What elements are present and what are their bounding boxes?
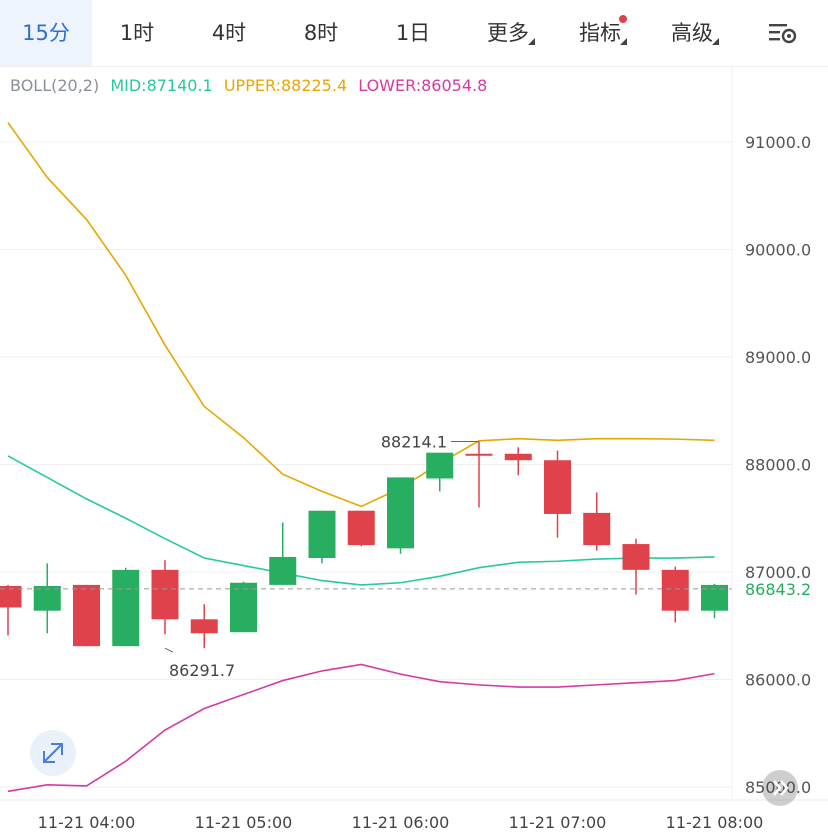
candle-body [465, 453, 493, 456]
candle-body [112, 569, 140, 647]
tab-label: 更多 [487, 21, 529, 45]
candle-body [73, 584, 100, 647]
tab-label: 15分 [22, 21, 70, 45]
candle-body [347, 510, 375, 546]
timeframe-toolbar: 15分 1时 4时 8时 1日 更多 指标 高级 [0, 0, 828, 67]
candle-body [308, 510, 336, 559]
current-price-label: 86843.2 [745, 580, 811, 599]
annotation-pointer [164, 647, 174, 653]
tab-1h[interactable]: 1时 [100, 0, 174, 66]
dropdown-triangle-icon [528, 38, 535, 45]
tab-advanced[interactable]: 高级 [652, 0, 732, 66]
y-tick-label: 91000.0 [745, 133, 811, 152]
scroll-to-latest-button[interactable] [762, 770, 798, 806]
candle-body [622, 544, 650, 570]
x-tick-label: 11-21 07:00 [509, 813, 607, 832]
candle-body [544, 460, 571, 514]
tab-label: 8时 [303, 21, 339, 45]
expand-icon [43, 743, 63, 763]
expand-chart-button[interactable] [30, 730, 76, 776]
candle-body [269, 556, 297, 585]
tab-indicators[interactable]: 指标 [560, 0, 640, 66]
candle-body [661, 569, 689, 611]
chevron-right-icon [773, 780, 789, 796]
y-tick-label: 88000.0 [745, 456, 811, 475]
notification-dot-icon [619, 15, 627, 23]
y-tick-label: 86000.0 [745, 671, 811, 690]
dropdown-triangle-icon [712, 38, 719, 45]
tab-more[interactable]: 更多 [468, 0, 548, 66]
boll-lower-line [7, 663, 715, 793]
dropdown-triangle-icon [620, 38, 627, 45]
tab-8h[interactable]: 8时 [284, 0, 358, 66]
tab-4h[interactable]: 4时 [192, 0, 266, 66]
chart-settings-icon[interactable] [768, 20, 798, 46]
tab-1d[interactable]: 1日 [376, 0, 450, 66]
candle-body [504, 453, 532, 461]
tab-label: 指标 [579, 21, 621, 45]
candle-body [230, 582, 257, 633]
x-tick-label: 11-21 04:00 [38, 813, 136, 832]
low-price-annotation: 86291.7 [169, 661, 235, 680]
y-tick-label: 90000.0 [745, 241, 811, 260]
candle-body [387, 477, 414, 549]
x-tick-label: 11-21 05:00 [195, 813, 293, 832]
high-price-annotation: 88214.1 [381, 432, 447, 451]
x-tick-label: 11-21 08:00 [666, 813, 764, 832]
tab-label: 1时 [119, 21, 155, 45]
x-tick-label: 11-21 06:00 [352, 813, 450, 832]
candle-body [426, 452, 454, 479]
boll-upper-line [7, 122, 715, 508]
candle-body [190, 619, 218, 634]
candle-body [583, 512, 611, 546]
candlestick-chart[interactable]: 91000.090000.089000.088000.087000.086000… [0, 66, 828, 832]
candle-body [33, 585, 61, 611]
y-tick-label: 89000.0 [745, 348, 811, 367]
tab-label: 1日 [395, 21, 431, 45]
candle-body [151, 569, 179, 620]
tab-label: 高级 [671, 21, 713, 45]
tab-label: 4时 [211, 21, 247, 45]
tab-15min[interactable]: 15分 [0, 0, 92, 66]
